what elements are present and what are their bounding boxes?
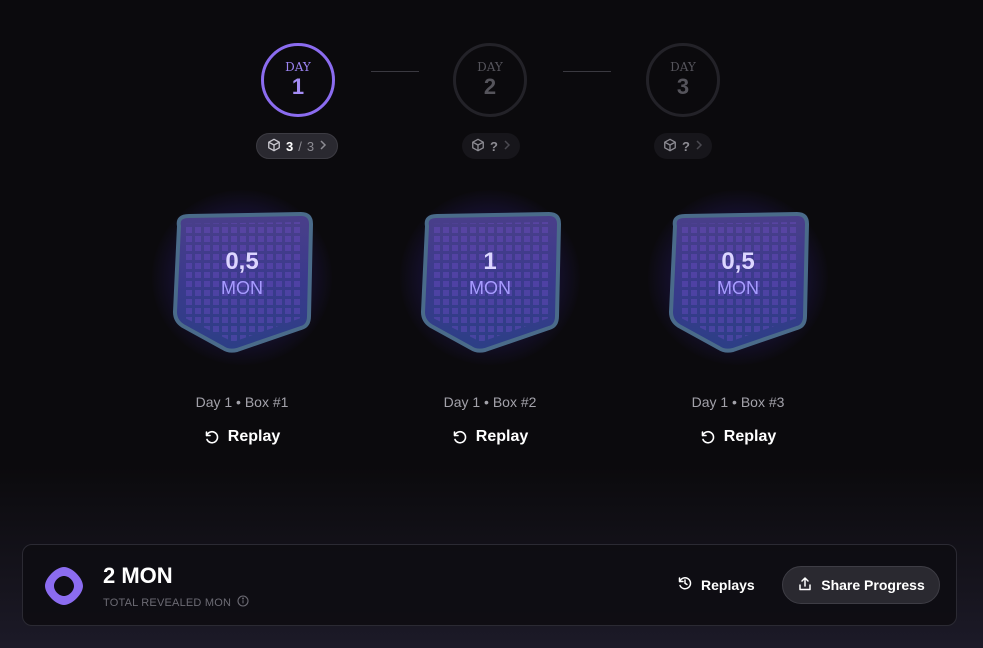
revealed-box-1[interactable]: 0,5 MON [147, 190, 337, 370]
box-2-caption: Day 1 • Box #2 [443, 394, 537, 410]
day-2-button[interactable]: DAY 2 [453, 43, 527, 117]
box-3-caption: Day 1 • Box #3 [691, 394, 785, 410]
replay-icon [452, 429, 468, 445]
box-3-replay-button[interactable]: Replay [643, 428, 833, 446]
opened-count: ? [490, 138, 498, 154]
chevron-right-icon [503, 139, 511, 153]
share-progress-button[interactable]: Share Progress [782, 566, 940, 604]
replay-label: Replay [475, 428, 529, 445]
box-unit: MON [221, 278, 263, 298]
day-3-button[interactable]: DAY 3 [646, 43, 720, 117]
mon-logo-icon [45, 567, 83, 605]
opened-count: ? [682, 138, 690, 154]
box-unit: MON [717, 278, 759, 298]
day-2-number: 2 [483, 74, 497, 99]
cube-icon [471, 138, 485, 155]
day-1-button[interactable]: DAY 1 [261, 43, 335, 117]
day-1-label: DAY [285, 60, 311, 74]
day-2-box-count-pill[interactable]: ? [462, 133, 520, 159]
history-icon [677, 575, 693, 594]
replay-icon [700, 429, 716, 445]
total-revealed-label: TOTAL REVEALED MON [103, 595, 249, 610]
replay-label: Replay [723, 428, 777, 445]
day-connector [371, 71, 419, 72]
cube-icon [663, 138, 677, 155]
info-icon[interactable] [237, 595, 249, 610]
replay-label: Replay [227, 428, 281, 445]
revealed-box-3[interactable]: 0,5 MON [643, 190, 833, 370]
day-2-label: DAY [477, 60, 503, 74]
box-value: 1 [483, 248, 497, 275]
share-label: Share Progress [821, 577, 925, 593]
day-1-number: 1 [291, 74, 305, 99]
opened-count: 3 [285, 138, 294, 154]
box-value: 0,5 [225, 248, 259, 275]
chevron-right-icon [695, 139, 703, 153]
day-1-box-count-pill[interactable]: 3 / 3 [256, 133, 338, 159]
summary-panel: 2 MON TOTAL REVEALED MON Replays Share P… [22, 544, 957, 626]
day-3-box-count-pill[interactable]: ? [654, 133, 712, 159]
box-2-replay-button[interactable]: Replay [395, 428, 585, 446]
total-label-text: TOTAL REVEALED MON [103, 596, 232, 609]
day-3-number: 3 [676, 74, 690, 99]
cube-icon [267, 138, 281, 155]
day-3-label: DAY [670, 60, 696, 74]
replay-icon [204, 429, 220, 445]
box-unit: MON [469, 278, 511, 298]
count-separator: / [298, 138, 302, 154]
day-connector [563, 71, 611, 72]
box-value: 0,5 [721, 248, 755, 275]
box-1-replay-button[interactable]: Replay [147, 428, 337, 446]
revealed-box-2[interactable]: 1 MON [395, 190, 585, 370]
replays-button[interactable]: Replays [677, 575, 755, 594]
box-1-caption: Day 1 • Box #1 [195, 394, 289, 410]
share-icon [797, 576, 813, 595]
chevron-right-icon [319, 139, 327, 153]
total-count: 3 [306, 138, 315, 154]
replays-label: Replays [701, 576, 755, 593]
total-revealed-value: 2 MON [103, 563, 173, 588]
